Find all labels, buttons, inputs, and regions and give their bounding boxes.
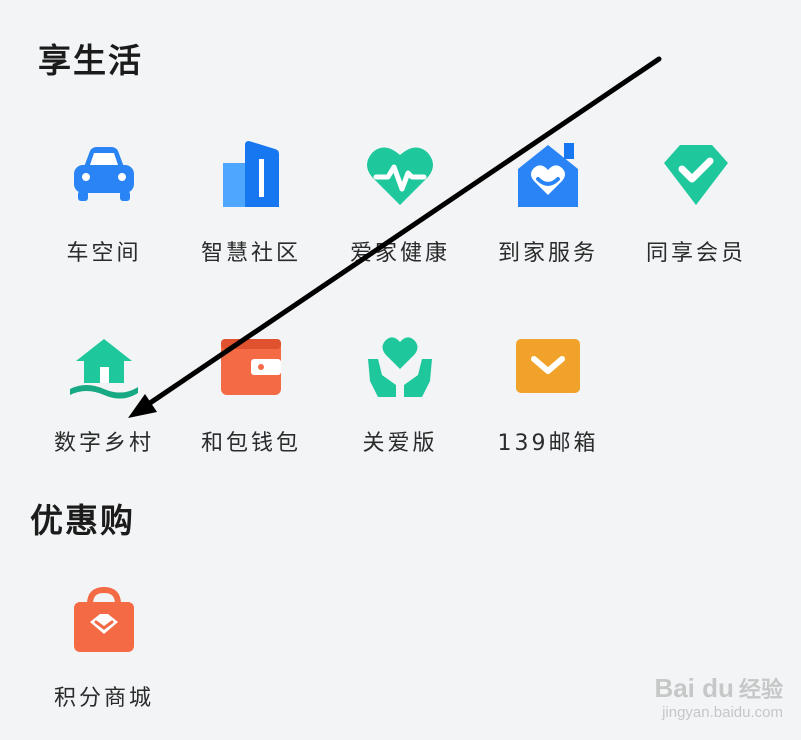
heart-pulse-icon — [360, 135, 440, 215]
watermark-text: 经验 — [738, 678, 783, 703]
app-home-service[interactable]: 到家服务 — [473, 135, 623, 295]
app-label: 到家服务 — [497, 241, 598, 266]
mail-icon — [508, 325, 588, 405]
building-icon — [211, 135, 291, 215]
app-care-edition[interactable]: 关爱版 — [325, 325, 475, 485]
app-label: 车空间 — [66, 241, 142, 266]
home-heart-icon — [508, 135, 588, 215]
app-label: 139邮箱 — [497, 431, 599, 456]
app-label: 和包钱包 — [200, 431, 301, 456]
app-label: 同享会员 — [645, 241, 746, 266]
diamond-check-icon — [656, 135, 736, 215]
app-smart-community[interactable]: 智慧社区 — [176, 135, 326, 295]
village-house-icon — [64, 325, 144, 405]
watermark-url: jingyan.baidu.com — [662, 704, 783, 721]
app-label: 积分商城 — [53, 686, 154, 711]
wallet-icon — [211, 325, 291, 405]
app-shared-membership[interactable]: 同享会员 — [621, 135, 771, 295]
section-title-deals: 优惠购 — [30, 501, 135, 540]
app-family-health[interactable]: 爱家健康 — [325, 135, 475, 295]
app-139-mail[interactable]: 139邮箱 — [473, 325, 623, 485]
app-label: 关爱版 — [362, 431, 438, 456]
car-icon — [64, 135, 144, 215]
app-label: 数字乡村 — [53, 431, 154, 456]
baidu-watermark: Bai du 经验 jingyan.baidu.com — [633, 672, 783, 721]
app-digital-village[interactable]: 数字乡村 — [29, 325, 179, 485]
app-wallet[interactable]: 和包钱包 — [176, 325, 326, 485]
shopping-bag-icon — [64, 580, 144, 660]
app-points-mall[interactable]: 积分商城 — [29, 580, 179, 740]
section-title-life: 享生活 — [38, 41, 143, 80]
hands-heart-icon — [360, 325, 440, 405]
app-label: 爱家健康 — [349, 241, 450, 266]
watermark-logo: Bai du — [654, 673, 734, 703]
app-car-space[interactable]: 车空间 — [29, 135, 179, 295]
app-label: 智慧社区 — [200, 241, 301, 266]
